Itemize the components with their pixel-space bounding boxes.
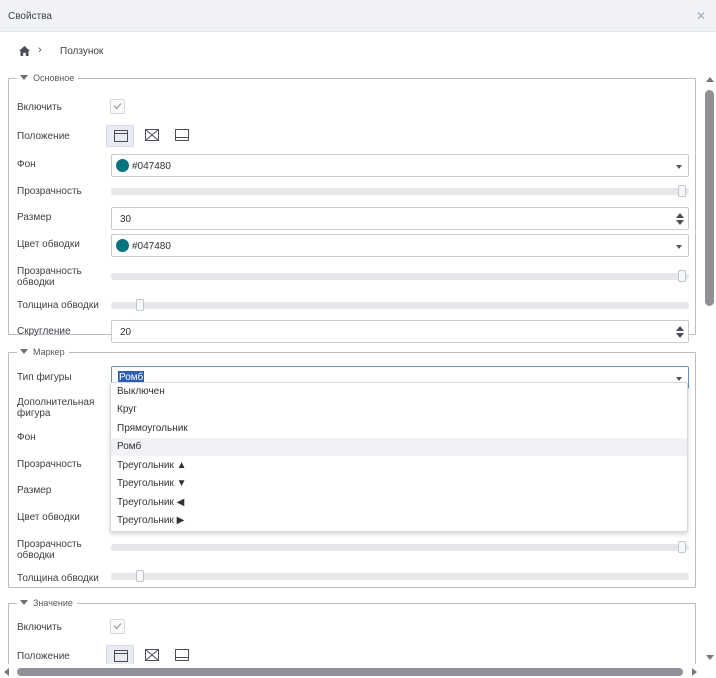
stroke-width-slider[interactable] xyxy=(111,299,689,311)
opacity-slider[interactable] xyxy=(111,185,689,197)
label-value-enable: Включить xyxy=(17,622,62,633)
chevron-down-icon xyxy=(676,377,682,381)
spinner-icon[interactable] xyxy=(676,213,684,225)
label-size: Размер xyxy=(17,212,52,223)
position-none-button[interactable] xyxy=(138,125,166,147)
vertical-scrollbar[interactable] xyxy=(703,72,716,666)
horizontal-scrollbar[interactable] xyxy=(0,666,703,678)
label-opacity: Прозрачность xyxy=(17,186,82,197)
breadcrumb-current: Ползунок xyxy=(60,46,104,57)
dropdown-option-highlighted[interactable]: Ромб xyxy=(111,438,687,456)
chevron-down-icon xyxy=(676,245,682,249)
check-icon xyxy=(113,623,122,630)
stroke-color-select[interactable]: #047480 xyxy=(111,234,689,257)
group-marker-legend[interactable]: Маркер xyxy=(17,347,69,357)
dropdown-option[interactable]: Треугольник ▲ xyxy=(111,457,687,475)
dropdown-option[interactable]: Треугольник ▼ xyxy=(111,475,687,493)
label-value-position: Положение xyxy=(17,651,70,662)
size-input[interactable]: 30 xyxy=(111,207,689,230)
spinner-icon[interactable] xyxy=(676,326,684,338)
shape-type-dropdown: Выключен Круг Прямоугольник Ромб Треугол… xyxy=(110,382,688,532)
dropdown-option[interactable]: Треугольник ▶ xyxy=(111,512,687,530)
scroll-down-icon[interactable] xyxy=(706,655,714,660)
position-top-icon xyxy=(114,650,128,662)
label-stroke-width: Толщина обводки xyxy=(17,300,99,311)
enable-checkbox[interactable] xyxy=(110,99,125,114)
stroke-opacity-slider[interactable] xyxy=(111,270,689,282)
position-bottom-icon xyxy=(175,129,189,141)
dropdown-option[interactable]: Прямоугольник xyxy=(111,420,687,438)
position-none-icon xyxy=(145,129,159,141)
label-marker-bg: Фон xyxy=(17,432,36,443)
properties-scroll-area[interactable]: Основное Включить Положение Фон #047480 … xyxy=(0,68,703,664)
marker-stroke-width-thumb[interactable] xyxy=(136,570,144,582)
position-top-button[interactable] xyxy=(106,125,134,147)
position-top-icon xyxy=(114,130,128,142)
title-bar: Свойства ✕ xyxy=(0,0,716,32)
position-none-icon xyxy=(145,649,159,661)
label-marker-size: Размер xyxy=(17,485,52,496)
stroke-color-value: #047480 xyxy=(132,241,171,252)
label-marker-opacity: Прозрачность xyxy=(17,459,82,470)
label-enable: Включить xyxy=(17,102,62,113)
collapse-triangle-icon xyxy=(20,75,28,80)
home-icon[interactable] xyxy=(19,46,30,56)
value-position-bottom-button[interactable] xyxy=(168,645,196,664)
stroke-opacity-slider-thumb[interactable] xyxy=(678,270,686,282)
scroll-up-icon[interactable] xyxy=(706,77,714,82)
position-bottom-button[interactable] xyxy=(168,125,196,147)
marker-stroke-opacity-thumb[interactable] xyxy=(678,541,686,553)
value-enable-checkbox[interactable] xyxy=(110,619,125,634)
color-swatch xyxy=(116,239,129,252)
size-value: 30 xyxy=(120,214,132,225)
dropdown-option[interactable]: Выключен xyxy=(111,383,687,401)
rounding-input[interactable]: 20 xyxy=(111,320,689,343)
stroke-width-slider-thumb[interactable] xyxy=(136,299,144,311)
group-value-legend[interactable]: Значение xyxy=(17,598,77,608)
label-rounding: Скругление xyxy=(17,326,71,337)
label-marker-stroke-opacity: Прозрачность обводки xyxy=(17,539,82,561)
rounding-value: 20 xyxy=(120,327,132,338)
collapse-triangle-icon xyxy=(20,349,28,354)
label-position: Положение xyxy=(17,131,70,142)
bg-color-value: #047480 xyxy=(132,161,171,172)
label-bg: Фон xyxy=(17,159,36,170)
position-bottom-icon xyxy=(175,649,189,661)
value-position-none-button[interactable] xyxy=(138,645,166,664)
label-marker-stroke-color: Цвет обводки xyxy=(17,512,80,523)
dropdown-option[interactable]: Круг xyxy=(111,401,687,419)
dropdown-option[interactable]: Треугольник ◀ xyxy=(111,494,687,512)
vertical-scroll-thumb[interactable] xyxy=(705,90,714,306)
chevron-down-icon xyxy=(676,165,682,169)
marker-stroke-opacity-slider[interactable] xyxy=(111,541,689,553)
close-icon[interactable]: ✕ xyxy=(696,9,706,23)
bg-color-select[interactable]: #047480 xyxy=(111,154,689,177)
label-marker-stroke-width: Толщина обводки xyxy=(17,573,99,584)
check-icon xyxy=(113,103,122,110)
color-swatch xyxy=(116,159,129,172)
marker-stroke-width-slider[interactable] xyxy=(111,570,689,582)
opacity-slider-thumb[interactable] xyxy=(678,185,686,197)
scroll-right-icon[interactable] xyxy=(692,668,697,676)
horizontal-scroll-thumb[interactable] xyxy=(17,668,683,676)
value-position-top-button[interactable] xyxy=(106,645,134,664)
scroll-left-icon[interactable] xyxy=(4,668,9,676)
scrollbar-corner xyxy=(703,666,716,678)
group-basic: Основное Включить Положение Фон #047480 … xyxy=(8,73,696,343)
label-stroke-opacity: Прозрачность обводки xyxy=(17,266,82,288)
label-extra-shape: Дополнительная фигура xyxy=(17,397,95,419)
chevron-right-icon: › xyxy=(38,44,42,56)
collapse-triangle-icon xyxy=(20,600,28,605)
label-stroke-color: Цвет обводки xyxy=(17,239,80,250)
group-value: Значение Включить Положение xyxy=(8,598,696,664)
group-basic-legend[interactable]: Основное xyxy=(17,73,78,83)
label-shape-type: Тип фигуры xyxy=(17,372,72,383)
window-title: Свойства xyxy=(8,11,52,22)
